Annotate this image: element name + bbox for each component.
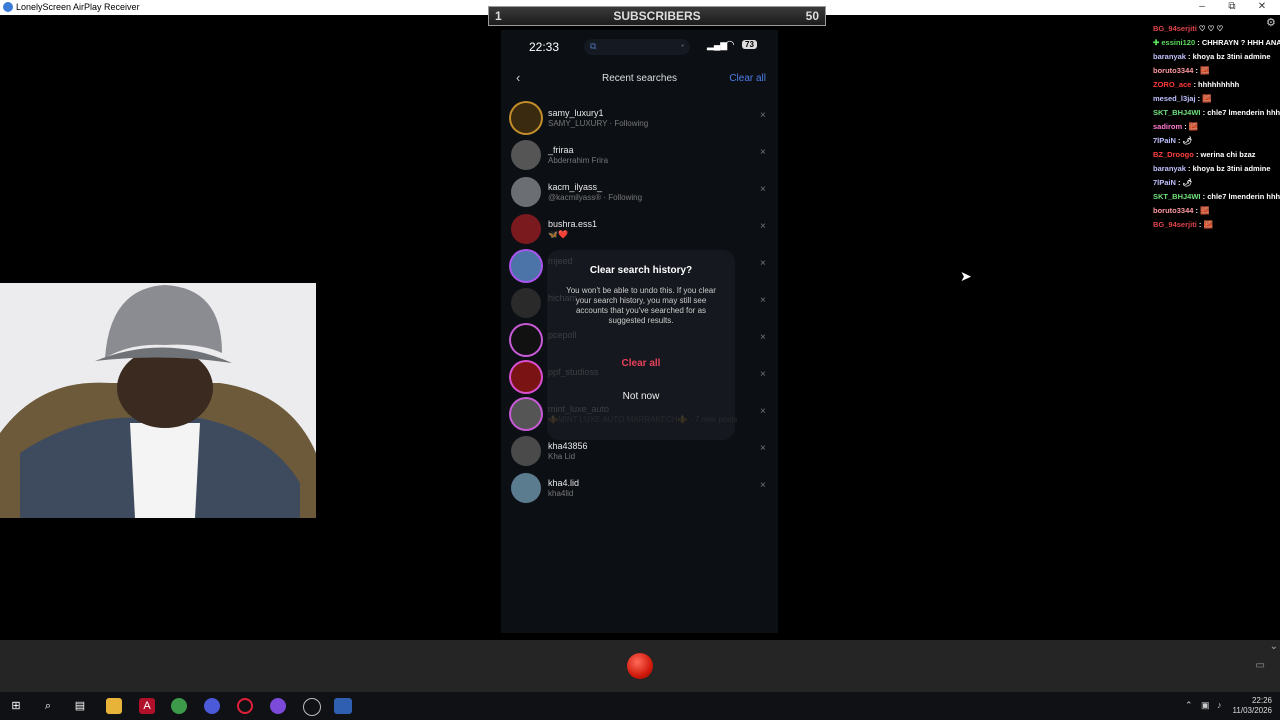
chat-username[interactable]: ✚ essini120 bbox=[1153, 38, 1195, 47]
chat-text: : CHHRAYN ? HHH ANA HHHHHHHHHHHHHHHHH bbox=[1197, 38, 1280, 47]
recorder-bar: ⌄ ▭ bbox=[0, 640, 1280, 692]
not-now-button[interactable]: Not now bbox=[547, 391, 735, 402]
camera-icon: ▪ bbox=[681, 41, 684, 50]
chat-username[interactable]: SKT_BHJ4WI bbox=[1153, 192, 1201, 201]
screen-recorder-icon[interactable] bbox=[303, 698, 321, 716]
chat-username[interactable]: sadirom bbox=[1153, 122, 1182, 131]
window-title: LonelyScreen AirPlay Receiver bbox=[16, 2, 140, 12]
chat-message: mesed_l3jaj : 🧱 bbox=[1153, 92, 1280, 106]
webcam-image bbox=[0, 283, 316, 518]
screen-mirror-icon: ⧉ bbox=[590, 41, 597, 51]
task-view-icon[interactable]: ▤ bbox=[72, 698, 88, 714]
restore-button[interactable]: ⧉ bbox=[1217, 1, 1247, 12]
search-icon[interactable]: ⌕ bbox=[40, 698, 56, 714]
clock-time: 22:26 bbox=[1251, 696, 1272, 705]
acrobat-icon[interactable]: A bbox=[139, 698, 155, 714]
chat-text: : chle7 lmenderin hhh bbox=[1202, 108, 1280, 117]
chat-username[interactable]: BZ_Droogo bbox=[1153, 150, 1194, 159]
mouse-cursor-icon: ➤ bbox=[960, 268, 972, 284]
obs-icon[interactable] bbox=[270, 698, 286, 714]
chat-text: : 🌶 bbox=[1178, 136, 1193, 145]
folder-icon[interactable]: ▭ bbox=[1256, 660, 1265, 671]
chat-message: sadirom : 🧱 bbox=[1153, 120, 1280, 134]
chat-text: : 🌶 bbox=[1178, 178, 1193, 187]
chat-message: baranyak : khoya bz 3tini admine bbox=[1153, 162, 1280, 176]
tray-chevron-up-icon[interactable]: ⌃ bbox=[1185, 700, 1193, 711]
chat-username[interactable]: BG_94serjiti bbox=[1153, 24, 1197, 33]
opera-icon[interactable] bbox=[237, 698, 253, 714]
status-time: 22:33 bbox=[529, 40, 560, 54]
browser-icon[interactable] bbox=[204, 698, 220, 714]
status-bar: 22:33 ⧉ ▪ ▂▄▆ ◠ 73 bbox=[501, 30, 778, 64]
chat-text: : werina chi bzaz bbox=[1195, 150, 1256, 159]
dialog-title: Clear search history? bbox=[589, 265, 693, 276]
chat-message: boruto3344 : 🧱 bbox=[1153, 204, 1280, 218]
chat-text: : 🧱 bbox=[1184, 122, 1199, 131]
wifi-icon: ◠ bbox=[725, 39, 735, 51]
chat-username[interactable]: ZORO_ace bbox=[1153, 80, 1191, 89]
webcam-feed bbox=[0, 283, 316, 518]
lonelyscreen-taskbar-icon[interactable] bbox=[334, 698, 352, 714]
chat-username[interactable]: boruto3344 bbox=[1153, 206, 1193, 215]
clear-history-dialog: Clear search history? You won't be able … bbox=[547, 250, 735, 440]
chat-message: boruto3344 : 🧱 bbox=[1153, 64, 1280, 78]
chat-message: 7lPaiN : 🌶 bbox=[1153, 134, 1280, 148]
chat-text: : 🧱 bbox=[1195, 206, 1210, 215]
chat-username[interactable]: boruto3344 bbox=[1153, 66, 1193, 75]
subscribers-label: SUBSCRIBERS bbox=[613, 9, 701, 23]
dynamic-island: ⧉ ▪ bbox=[584, 39, 690, 55]
file-explorer-icon[interactable] bbox=[106, 698, 122, 714]
record-button[interactable] bbox=[627, 653, 653, 679]
tray-app-icon[interactable]: ▣ bbox=[1201, 700, 1210, 711]
chat-text: ♡ ♡ ♡ bbox=[1198, 24, 1224, 33]
confirm-clear-all-button[interactable]: Clear all bbox=[547, 358, 735, 369]
chat-username[interactable]: baranyak bbox=[1153, 52, 1186, 61]
phone-screen: 22:33 ⧉ ▪ ▂▄▆ ◠ 73 ‹ Recent searches Cle… bbox=[501, 30, 778, 633]
chat-text: : khoya bz 3tini admine bbox=[1188, 164, 1271, 173]
dialog-message: You won't be able to undo this. If you c… bbox=[566, 286, 716, 325]
chat-text: : 🧱 bbox=[1195, 66, 1210, 75]
clock-date: 11/03/2026 bbox=[1232, 706, 1272, 715]
chat-message: BZ_Droogo : werina chi bzaz bbox=[1153, 148, 1280, 162]
chat-message: ✚ essini120 : CHHRAYN ? HHH ANA HHHHHHHH… bbox=[1153, 36, 1280, 50]
chat-text: : 🧱 bbox=[1197, 94, 1212, 103]
minimize-button[interactable]: – bbox=[1187, 1, 1217, 12]
battery-indicator: 73 bbox=[742, 40, 757, 49]
chat-username[interactable]: SKT_BHJ4WI bbox=[1153, 108, 1201, 117]
chat-text: : 🧱 bbox=[1198, 220, 1213, 229]
chat-username[interactable]: 7lPaiN bbox=[1153, 178, 1176, 187]
chat-text: : khoya bz 3tini admine bbox=[1188, 52, 1271, 61]
chat-username[interactable]: BG_94serjiti bbox=[1153, 220, 1197, 229]
chat-username[interactable]: baranyak bbox=[1153, 164, 1186, 173]
chat-username[interactable]: 7lPaiN bbox=[1153, 136, 1176, 145]
chat-message: 7lPaiN : 🌶 bbox=[1153, 176, 1280, 190]
app-icon bbox=[3, 2, 13, 12]
chat-message: BG_94serjiti : 🧱 bbox=[1153, 218, 1280, 232]
chat-message: BG_94serjiti ♡ ♡ ♡ bbox=[1153, 22, 1280, 36]
chat-message: SKT_BHJ4WI : chle7 lmenderin hhh bbox=[1153, 190, 1280, 204]
close-button[interactable]: ✕ bbox=[1247, 1, 1277, 12]
windows-start-icon[interactable]: ⊞ bbox=[8, 698, 24, 714]
microphone-icon[interactable]: ♪ bbox=[1217, 700, 1222, 710]
chat-text: : hhhhhhhhh bbox=[1193, 80, 1240, 89]
live-chat: BG_94serjiti ♡ ♡ ♡ ✚ essini120 : CHHRAYN … bbox=[1153, 22, 1280, 232]
chevron-down-icon[interactable]: ⌄ bbox=[1270, 641, 1278, 652]
chat-username[interactable]: mesed_l3jaj bbox=[1153, 94, 1196, 103]
windows-taskbar: ⊞ ⌕ ▤ A ⌃ ▣ ♪ 22:26 11/03/2026 bbox=[0, 692, 1280, 720]
chat-message: ZORO_ace : hhhhhhhhh bbox=[1153, 78, 1280, 92]
chrome-icon[interactable] bbox=[171, 698, 187, 714]
chat-message: baranyak : khoya bz 3tini admine bbox=[1153, 50, 1280, 64]
chat-text: : chle7 lmenderin hhh bbox=[1202, 192, 1280, 201]
chat-message: SKT_BHJ4WI : chle7 lmenderin hhh bbox=[1153, 106, 1280, 120]
system-clock[interactable]: 22:26 11/03/2026 bbox=[1233, 696, 1272, 716]
subscribers-goal: 50 bbox=[805, 9, 819, 23]
subscribers-goal-bar: 1 SUBSCRIBERS 50 bbox=[488, 6, 826, 26]
